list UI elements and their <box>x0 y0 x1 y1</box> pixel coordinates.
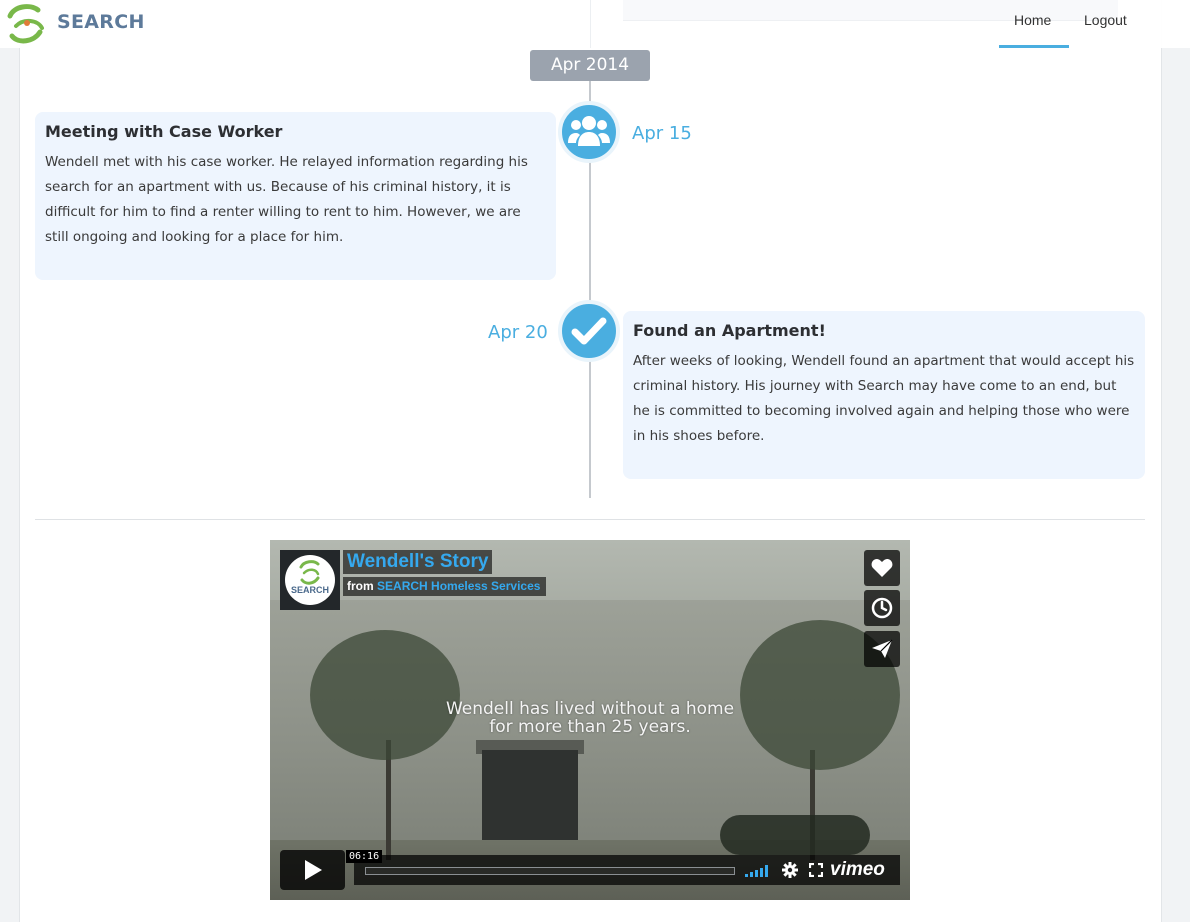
event-title: Meeting with Case Worker <box>45 122 283 141</box>
play-button[interactable] <box>280 850 345 890</box>
timeline-event-card: Meeting with Case Worker Wendell met wit… <box>35 112 556 280</box>
video-duration: 06:16 <box>346 850 383 863</box>
active-tab-indicator <box>999 45 1069 48</box>
video-byline: from SEARCH Homeless Services <box>343 577 547 596</box>
caption-line: for more than 25 years. <box>489 717 691 737</box>
vimeo-logo[interactable]: vimeo <box>830 859 885 881</box>
search-logo-icon <box>7 4 44 44</box>
nav-home-link[interactable]: Home <box>1014 12 1051 28</box>
fullscreen-icon[interactable] <box>809 863 823 877</box>
volume-icon[interactable] <box>745 865 769 877</box>
video-frame-hedge <box>720 815 870 855</box>
share-button[interactable] <box>864 631 900 667</box>
video-from-label: from <box>347 579 374 593</box>
event-date: Apr 20 <box>488 322 548 343</box>
nav-logout-link[interactable]: Logout <box>1084 12 1127 28</box>
video-title[interactable]: Wendell's Story <box>343 550 493 574</box>
event-date: Apr 15 <box>632 123 692 144</box>
video-player[interactable]: SEARCH Wendell's Story from SEARCH Homel… <box>270 540 910 900</box>
event-title: Found an Apartment! <box>633 321 826 340</box>
site-logo[interactable]: SEARCH <box>4 2 144 46</box>
like-button[interactable] <box>864 550 900 586</box>
video-owner-link[interactable]: SEARCH Homeless Services <box>377 579 540 593</box>
clock-icon <box>871 597 893 619</box>
video-caption: Wendell has lived without a home for mor… <box>270 700 910 736</box>
gear-icon[interactable] <box>782 862 798 878</box>
progress-bar[interactable] <box>365 867 735 875</box>
play-icon <box>304 860 322 880</box>
section-divider <box>35 519 1145 520</box>
caption-line: Wendell has lived without a home <box>445 699 735 719</box>
nav-divider <box>590 0 591 48</box>
watch-later-button[interactable] <box>864 590 900 626</box>
users-group-icon <box>558 101 620 163</box>
video-frame-tree <box>310 630 460 760</box>
event-body: Wendell met with his case worker. He rel… <box>45 154 528 245</box>
video-logo-text: SEARCH <box>290 585 329 595</box>
checkmark-icon <box>558 300 620 362</box>
timeline-period-badge: Apr 2014 <box>530 50 650 81</box>
heart-icon <box>871 559 893 577</box>
event-body: After weeks of looking, Wendell found an… <box>633 353 1135 444</box>
timeline-event-card: Found an Apartment! After weeks of looki… <box>623 311 1145 479</box>
navbar: SEARCH Home Logout <box>0 0 1190 48</box>
video-control-bar: vimeo <box>354 855 900 885</box>
logo-text: SEARCH <box>57 11 145 33</box>
paper-plane-icon <box>872 639 893 658</box>
video-owner-avatar[interactable]: SEARCH <box>280 550 340 610</box>
